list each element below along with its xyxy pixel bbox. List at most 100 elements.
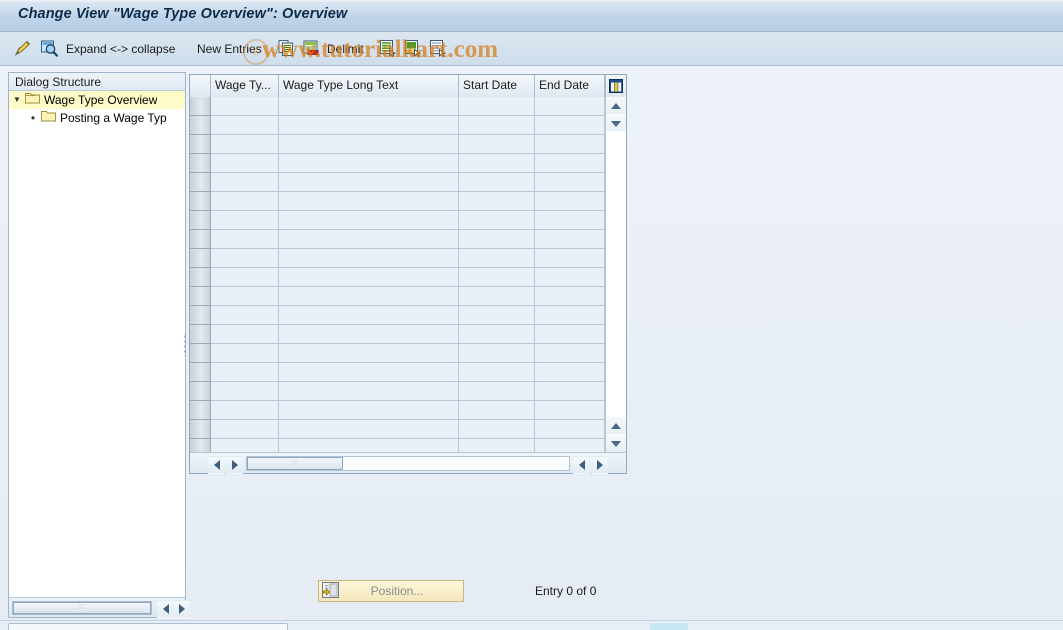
tree-scroll-left-button[interactable] bbox=[157, 600, 174, 618]
table-cell[interactable] bbox=[535, 439, 605, 452]
table-row[interactable] bbox=[190, 420, 605, 439]
table-cell[interactable] bbox=[211, 382, 279, 401]
table-cell[interactable] bbox=[279, 211, 459, 230]
table-cell[interactable] bbox=[211, 97, 279, 116]
row-selector-cell[interactable] bbox=[190, 344, 211, 363]
table-cell[interactable] bbox=[211, 230, 279, 249]
row-selector-cell[interactable] bbox=[190, 382, 211, 401]
toolbar-display-change-button[interactable] bbox=[14, 32, 32, 66]
table-cell[interactable] bbox=[535, 230, 605, 249]
table-cell[interactable] bbox=[211, 116, 279, 135]
tree-item-posting-a-wage-type[interactable]: • Posting a Wage Typ bbox=[9, 109, 185, 127]
table-cell[interactable] bbox=[459, 173, 535, 192]
panel-splitter[interactable] bbox=[182, 72, 189, 618]
table-cell[interactable] bbox=[535, 154, 605, 173]
table-cell[interactable] bbox=[211, 268, 279, 287]
table-row[interactable] bbox=[190, 268, 605, 287]
table-cell[interactable] bbox=[279, 401, 459, 420]
toolbar-deselect-all-button[interactable] bbox=[429, 32, 447, 66]
scroll-down-button-bottom[interactable] bbox=[606, 435, 626, 452]
table-cell[interactable] bbox=[535, 173, 605, 192]
column-header-wage-type[interactable]: Wage Ty... bbox=[211, 75, 279, 97]
table-cell[interactable] bbox=[459, 382, 535, 401]
toolbar-copy-as-button[interactable] bbox=[277, 32, 295, 66]
table-cell[interactable] bbox=[279, 135, 459, 154]
table-cell[interactable] bbox=[211, 135, 279, 154]
column-header-wage-type-long-text[interactable]: Wage Type Long Text bbox=[279, 75, 459, 97]
tree-scrollbar-thumb[interactable]: ∶∶ bbox=[13, 602, 151, 614]
table-cell[interactable] bbox=[459, 116, 535, 135]
table-row[interactable] bbox=[190, 249, 605, 268]
table-cell[interactable] bbox=[211, 192, 279, 211]
table-row[interactable] bbox=[190, 344, 605, 363]
table-cell[interactable] bbox=[535, 363, 605, 382]
row-selector-cell[interactable] bbox=[190, 363, 211, 382]
table-cell[interactable] bbox=[211, 439, 279, 452]
table-cell[interactable] bbox=[279, 287, 459, 306]
splitter-grip-icon[interactable] bbox=[183, 334, 187, 356]
table-cell[interactable] bbox=[459, 154, 535, 173]
row-selector-cell[interactable] bbox=[190, 325, 211, 344]
table-cell[interactable] bbox=[459, 325, 535, 344]
table-row[interactable] bbox=[190, 230, 605, 249]
table-row[interactable] bbox=[190, 287, 605, 306]
table-cell[interactable] bbox=[535, 382, 605, 401]
table-cell[interactable] bbox=[279, 382, 459, 401]
status-command-field[interactable] bbox=[8, 623, 288, 630]
scroll-up-button-bottom[interactable] bbox=[606, 417, 626, 434]
table-cell[interactable] bbox=[279, 325, 459, 344]
row-selector-cell[interactable] bbox=[190, 211, 211, 230]
row-selector-cell[interactable] bbox=[190, 154, 211, 173]
table-cell[interactable] bbox=[211, 344, 279, 363]
table-cell[interactable] bbox=[535, 401, 605, 420]
table-row[interactable] bbox=[190, 116, 605, 135]
table-cell[interactable] bbox=[279, 344, 459, 363]
table-cell[interactable] bbox=[535, 287, 605, 306]
table-cell[interactable] bbox=[535, 306, 605, 325]
scroll-up-button-top[interactable] bbox=[606, 97, 626, 114]
row-selector-cell[interactable] bbox=[190, 135, 211, 154]
toolbar-select-block-button[interactable] bbox=[404, 32, 422, 66]
tree-horizontal-scrollbar[interactable]: ∶∶ bbox=[9, 597, 190, 618]
row-selector-cell[interactable] bbox=[190, 97, 211, 116]
row-selector-cell[interactable] bbox=[190, 268, 211, 287]
table-cell[interactable] bbox=[279, 173, 459, 192]
toolbar-expand-collapse-button[interactable]: Expand <-> collapse bbox=[66, 32, 175, 66]
row-selector-cell[interactable] bbox=[190, 401, 211, 420]
table-cell[interactable] bbox=[535, 268, 605, 287]
table-cell[interactable] bbox=[535, 420, 605, 439]
table-cell[interactable] bbox=[279, 306, 459, 325]
table-cell[interactable] bbox=[535, 325, 605, 344]
table-cell[interactable] bbox=[211, 249, 279, 268]
table-cell[interactable] bbox=[459, 97, 535, 116]
table-cell[interactable] bbox=[535, 249, 605, 268]
table-row[interactable] bbox=[190, 211, 605, 230]
table-cell[interactable] bbox=[211, 211, 279, 230]
toolbar-select-all-button[interactable] bbox=[379, 32, 397, 66]
table-cell[interactable] bbox=[279, 230, 459, 249]
row-selector-cell[interactable] bbox=[190, 306, 211, 325]
table-cell[interactable] bbox=[211, 306, 279, 325]
table-cell[interactable] bbox=[535, 97, 605, 116]
table-cell[interactable] bbox=[459, 249, 535, 268]
table-cell[interactable] bbox=[459, 401, 535, 420]
toolbar-delete-button[interactable] bbox=[302, 32, 320, 66]
table-vertical-scrollbar[interactable] bbox=[605, 97, 626, 452]
table-row[interactable] bbox=[190, 439, 605, 452]
table-cell[interactable] bbox=[459, 230, 535, 249]
table-scroll-left-page-button[interactable] bbox=[226, 456, 243, 474]
table-cell[interactable] bbox=[279, 97, 459, 116]
column-header-start-date[interactable]: Start Date bbox=[459, 75, 535, 97]
table-cell[interactable] bbox=[459, 211, 535, 230]
row-selector-cell[interactable] bbox=[190, 287, 211, 306]
table-cell[interactable] bbox=[459, 192, 535, 211]
row-selector-cell[interactable] bbox=[190, 173, 211, 192]
vertical-scrollbar-track[interactable] bbox=[606, 131, 626, 418]
table-cell[interactable] bbox=[279, 268, 459, 287]
table-cell[interactable] bbox=[211, 420, 279, 439]
table-cell[interactable] bbox=[279, 116, 459, 135]
tree-item-wage-type-overview[interactable]: ▼ Wage Type Overview bbox=[9, 91, 185, 109]
toolbar-delimit-button[interactable]: Delimit bbox=[327, 32, 364, 66]
table-cell[interactable] bbox=[279, 249, 459, 268]
row-selector-cell[interactable] bbox=[190, 116, 211, 135]
